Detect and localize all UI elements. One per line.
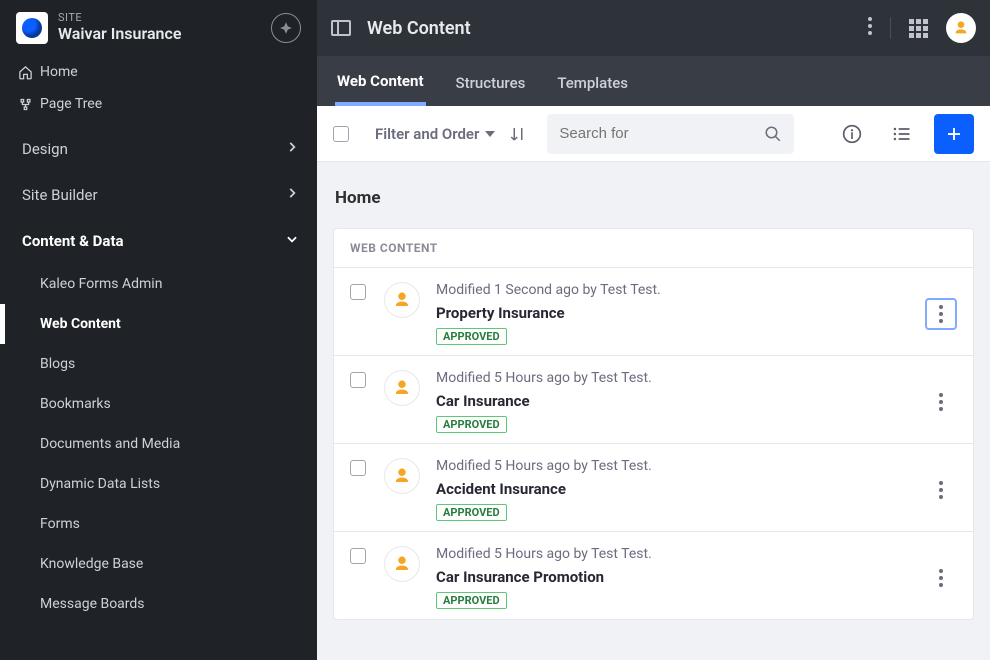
subnav-bookmarks[interactable]: Bookmarks — [40, 384, 317, 424]
home-icon — [18, 65, 40, 80]
plus-icon — [945, 125, 963, 143]
divider — [890, 17, 891, 39]
sort-button[interactable] — [509, 125, 527, 143]
logo-icon — [22, 18, 42, 38]
kebab-icon[interactable] — [868, 17, 872, 39]
breadcrumb[interactable]: Home — [335, 188, 974, 208]
toolbar: Filter and Order — [317, 106, 990, 162]
section-label: Design — [22, 140, 68, 158]
row-checkbox[interactable] — [350, 372, 366, 388]
chevron-right-icon — [285, 140, 299, 158]
sidebar-subnav: Kaleo Forms Admin Web Content Blogs Book… — [0, 264, 317, 624]
row-avatar — [384, 282, 420, 318]
row-checkbox[interactable] — [350, 460, 366, 476]
row-actions-button[interactable] — [925, 474, 957, 506]
table-row[interactable]: Modified 1 Second ago by Test Test. Prop… — [334, 268, 973, 356]
info-button[interactable] — [834, 116, 870, 152]
row-meta: Modified 5 Hours ago by Test Test. — [436, 370, 925, 386]
subnav-knowledge-base[interactable]: Knowledge Base — [40, 544, 317, 584]
page-title: Web Content — [367, 18, 868, 39]
row-avatar — [384, 458, 420, 494]
select-all-checkbox[interactable] — [333, 126, 349, 142]
row-checkbox[interactable] — [350, 284, 366, 300]
status-badge: APPROVED — [436, 504, 507, 521]
filter-label: Filter and Order — [375, 125, 479, 143]
table-row[interactable]: Modified 5 Hours ago by Test Test. Car I… — [334, 356, 973, 444]
row-checkbox[interactable] — [350, 548, 366, 564]
row-avatar — [384, 546, 420, 582]
info-icon — [842, 124, 862, 144]
tab-structures[interactable]: Structures — [454, 74, 528, 106]
compass-icon[interactable] — [271, 13, 301, 43]
nav-home-label: Home — [40, 64, 78, 80]
search-box[interactable] — [547, 114, 794, 154]
status-badge: APPROVED — [436, 416, 507, 433]
search-icon — [764, 125, 782, 143]
section-label: Site Builder — [22, 186, 98, 204]
panel-header: WEB CONTENT — [334, 229, 973, 268]
page-tree-icon — [18, 97, 40, 112]
subnav-web-content[interactable]: Web Content — [40, 304, 317, 344]
list-icon — [892, 124, 912, 144]
filter-order-dropdown[interactable]: Filter and Order — [375, 125, 495, 143]
sidebar-section-design[interactable]: Design — [0, 126, 317, 172]
search-input[interactable] — [559, 125, 764, 142]
row-actions-button[interactable] — [925, 386, 957, 418]
panel-toggle-icon[interactable] — [331, 20, 351, 36]
subnav-forms[interactable]: Forms — [40, 504, 317, 544]
row-title: Car Insurance Promotion — [436, 568, 925, 586]
subnav-message-boards[interactable]: Message Boards — [40, 584, 317, 624]
add-button[interactable] — [934, 114, 974, 154]
nav-page-tree[interactable]: Page Tree — [0, 88, 317, 120]
tab-templates[interactable]: Templates — [555, 74, 630, 106]
sidebar: SITE Waivar Insurance Home Page Tree Des… — [0, 0, 317, 660]
section-label: Content & Data — [22, 232, 124, 250]
subnav-kaleo-forms[interactable]: Kaleo Forms Admin — [40, 264, 317, 304]
row-meta: Modified 5 Hours ago by Test Test. — [436, 458, 925, 474]
apps-icon[interactable] — [909, 19, 928, 38]
row-meta: Modified 5 Hours ago by Test Test. — [436, 546, 925, 562]
nav-page-tree-label: Page Tree — [40, 96, 102, 112]
subnav-documents-media[interactable]: Documents and Media — [40, 424, 317, 464]
site-name: Waivar Insurance — [58, 25, 271, 43]
caret-down-icon — [485, 131, 495, 137]
subnav-dynamic-data-lists[interactable]: Dynamic Data Lists — [40, 464, 317, 504]
topbar: Web Content — [317, 0, 990, 56]
nav-home[interactable]: Home — [0, 56, 317, 88]
content-area: Home WEB CONTENT Modified 1 Second ago b… — [317, 162, 990, 660]
sidebar-section-site-builder[interactable]: Site Builder — [0, 172, 317, 218]
tab-web-content[interactable]: Web Content — [335, 72, 426, 106]
row-actions-button[interactable] — [925, 298, 957, 330]
tabbar: Web Content Structures Templates — [317, 56, 990, 106]
status-badge: APPROVED — [436, 592, 507, 609]
row-title: Accident Insurance — [436, 480, 925, 498]
site-logo[interactable] — [16, 12, 48, 44]
row-meta: Modified 1 Second ago by Test Test. — [436, 282, 925, 298]
chevron-right-icon — [285, 186, 299, 204]
site-header: SITE Waivar Insurance — [0, 0, 317, 56]
row-title: Property Insurance — [436, 304, 925, 322]
status-badge: APPROVED — [436, 328, 507, 345]
sort-icon — [509, 125, 527, 143]
table-row[interactable]: Modified 5 Hours ago by Test Test. Accid… — [334, 444, 973, 532]
row-title: Car Insurance — [436, 392, 925, 410]
view-button[interactable] — [884, 116, 920, 152]
content-panel: WEB CONTENT Modified 1 Second ago by Tes… — [333, 228, 974, 620]
chevron-down-icon — [285, 232, 299, 250]
subnav-blogs[interactable]: Blogs — [40, 344, 317, 384]
row-avatar — [384, 370, 420, 406]
user-avatar[interactable] — [946, 13, 976, 43]
table-row[interactable]: Modified 5 Hours ago by Test Test. Car I… — [334, 532, 973, 619]
sidebar-section-content-data[interactable]: Content & Data — [0, 218, 317, 264]
row-actions-button[interactable] — [925, 562, 957, 594]
main: Web Content Web Content Structures Templ… — [317, 0, 990, 660]
